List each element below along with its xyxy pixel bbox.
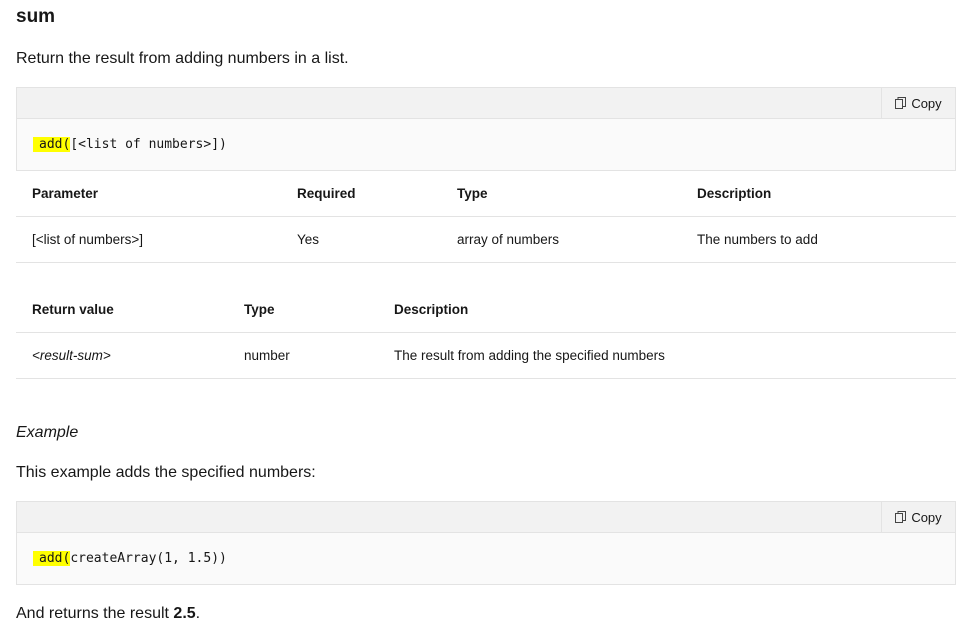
- column-header: Parameter: [16, 171, 281, 217]
- parameters-table: Parameter Required Type Description [<li…: [16, 171, 956, 263]
- table-cell: The result from adding the specified num…: [378, 332, 956, 379]
- column-header: Type: [228, 287, 378, 333]
- copy-button[interactable]: Copy: [881, 88, 955, 118]
- copy-button-label: Copy: [911, 95, 942, 111]
- syntax-code-block: Copy add([<list of numbers>]): [16, 87, 956, 171]
- result-end: .: [195, 605, 201, 622]
- highlighted-function: add(: [33, 551, 71, 566]
- column-header: Type: [441, 171, 681, 217]
- doc-page: sum Return the result from adding number…: [0, 0, 966, 635]
- example-code-block: Copy add(createArray(1, 1.5)): [16, 501, 956, 585]
- table-row: <result-sum> number The result from addi…: [16, 332, 956, 379]
- result-value: 2.5: [173, 605, 196, 622]
- copy-button[interactable]: Copy: [881, 502, 955, 532]
- code-block-header: Copy: [17, 88, 955, 119]
- page-title: sum: [16, 6, 56, 27]
- intro-text: Return the result from adding numbers in…: [16, 50, 349, 67]
- table-cell: <result-sum>: [16, 332, 228, 379]
- table-cell: The numbers to add: [681, 216, 956, 263]
- code-block-header: Copy: [17, 502, 955, 533]
- example-code: add(createArray(1, 1.5)): [17, 533, 955, 584]
- table-row: [<list of numbers>] Yes array of numbers…: [16, 216, 956, 263]
- table-cell: Yes: [281, 216, 441, 263]
- column-header: Description: [681, 171, 956, 217]
- syntax-args: [<list of numbers>]): [70, 137, 227, 152]
- syntax-code: add([<list of numbers>]): [17, 119, 955, 170]
- example-intro: This example adds the specified numbers:: [16, 464, 316, 481]
- result-text: And returns the result 2.5.: [16, 605, 200, 623]
- table-cell: array of numbers: [441, 216, 681, 263]
- result-prefix: And returns the result: [16, 605, 174, 622]
- table-cell: number: [228, 332, 378, 379]
- return-value-table: Return value Type Description <result-su…: [16, 287, 956, 379]
- column-header: Description: [378, 287, 956, 333]
- column-header: Return value: [16, 287, 228, 333]
- example-args: createArray(1, 1.5)): [70, 551, 227, 566]
- table-cell: [<list of numbers>]: [16, 216, 281, 263]
- copy-icon: [895, 511, 907, 523]
- column-header: Required: [281, 171, 441, 217]
- copy-icon: [895, 97, 907, 109]
- example-heading: Example: [16, 424, 79, 441]
- table-header-row: Parameter Required Type Description: [16, 171, 956, 217]
- copy-button-label: Copy: [911, 509, 942, 525]
- table-header-row: Return value Type Description: [16, 287, 956, 333]
- highlighted-function: add(: [33, 137, 71, 152]
